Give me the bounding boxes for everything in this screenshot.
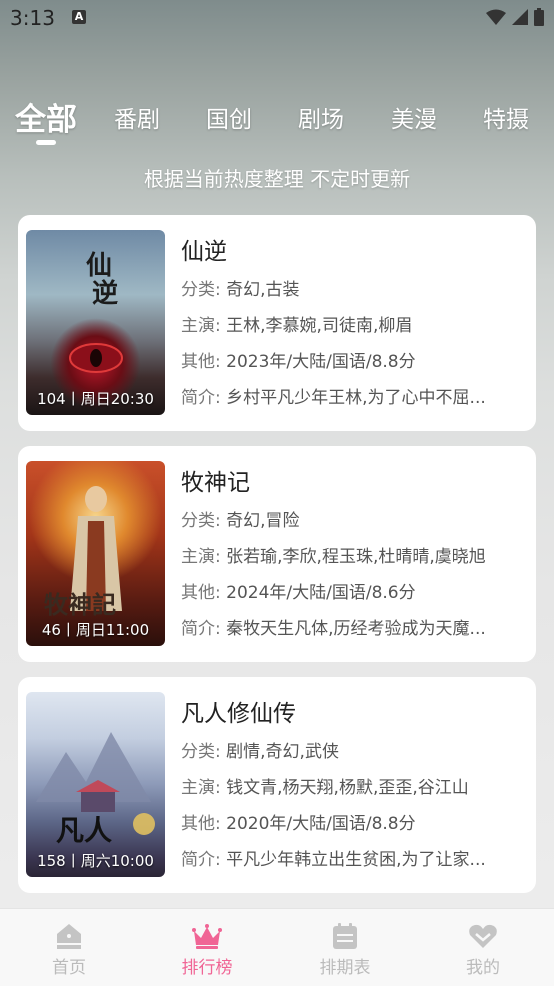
other-value: 2024年/大陆/国语/8.6分	[226, 583, 416, 603]
heart-icon	[469, 924, 497, 948]
poster-image[interactable]: 凡人 158丨周六10:00	[26, 692, 165, 877]
other-line: 其他: 2023年/大陆/国语/8.8分	[181, 347, 416, 372]
wifi-icon	[486, 9, 506, 25]
ranking-subtitle: 根据当前热度整理 不定时更新	[143, 167, 411, 191]
other-value: 2023年/大陆/国语/8.8分	[226, 352, 416, 372]
cast-value: 钱文青,杨天翔,杨默,歪歪,谷江山	[226, 778, 469, 798]
bottom-navigation: 首页 排行榜 排期表 我的	[0, 908, 554, 986]
anime-card[interactable]: 凡人 158丨周六10:00 凡人修仙传 分类: 剧情,奇幻,武侠 主演: 钱文…	[18, 677, 536, 893]
anime-card[interactable]: 仙 逆 104丨周日20:30 仙逆 分类: 奇幻,古装 主演: 王林,李慕婉,…	[18, 215, 536, 431]
cast-value: 张若瑜,李欣,程玉珠,杜晴晴,虞晓旭	[226, 547, 486, 567]
poster-image[interactable]: 牧神記 46丨周日11:00	[26, 461, 165, 646]
other-line: 其他: 2020年/大陆/国语/8.8分	[181, 809, 416, 834]
anime-title: 凡人修仙传	[181, 701, 296, 727]
status-time: 3:13	[10, 6, 55, 30]
intro-line: 简介: 秦牧天生凡体,历经考验成为天魔...	[181, 614, 486, 639]
cast-line: 主演: 钱文青,杨天翔,杨默,歪歪,谷江山	[181, 773, 469, 798]
other-line: 其他: 2024年/大陆/国语/8.6分	[181, 578, 416, 603]
category-tabs: 全部 番剧 国创 剧场 美漫 特摄	[0, 90, 554, 150]
intro-value: 秦牧天生凡体,历经考验成为天魔...	[226, 619, 486, 639]
tab-american-comics[interactable]: 美漫	[391, 100, 437, 134]
nav-mine-label: 我的	[466, 958, 500, 978]
status-bar: 3:13 A	[0, 0, 554, 36]
anime-card[interactable]: 牧神記 46丨周日11:00 牧神记 分类: 奇幻,冒险 主演: 张若瑜,李欣,…	[18, 446, 536, 662]
category-label: 分类:	[181, 280, 221, 300]
other-label: 其他:	[181, 814, 221, 834]
anime-title: 牧神记	[181, 470, 250, 496]
nav-ranking-label: 排行榜	[181, 958, 233, 978]
cast-value: 王林,李慕婉,司徒南,柳眉	[226, 316, 413, 336]
tab-guochuang[interactable]: 国创	[206, 100, 252, 134]
tab-fanju[interactable]: 番剧	[114, 100, 160, 134]
nav-schedule-label: 排期表	[319, 958, 371, 978]
nav-home-label: 首页	[52, 958, 86, 978]
intro-line: 简介: 乡村平凡少年王林,为了心中不屈...	[181, 383, 486, 408]
other-label: 其他:	[181, 352, 221, 372]
anime-title: 仙逆	[181, 239, 227, 265]
svg-text:逆: 逆	[92, 278, 118, 309]
category-value: 剧情,奇幻,武侠	[226, 742, 339, 762]
nav-ranking[interactable]: 排行榜	[138, 909, 276, 986]
intro-label: 简介:	[181, 850, 221, 870]
svg-text:仙: 仙	[86, 251, 112, 281]
nav-mine[interactable]: 我的	[414, 909, 552, 986]
cast-label: 主演:	[181, 547, 221, 567]
intro-value: 平凡少年韩立出生贫困,为了让家...	[226, 850, 486, 870]
episode-schedule-label: 104丨周日20:30	[37, 390, 154, 408]
home-icon	[57, 924, 81, 949]
intro-line: 简介: 平凡少年韩立出生贫困,为了让家...	[181, 845, 486, 870]
notification-icon: A	[72, 10, 86, 24]
cast-line: 主演: 王林,李慕婉,司徒南,柳眉	[181, 311, 412, 336]
cast-label: 主演:	[181, 316, 221, 336]
tab-tokusatsu[interactable]: 特摄	[483, 100, 529, 134]
category-line: 分类: 剧情,奇幻,武侠	[181, 737, 339, 762]
nav-schedule[interactable]: 排期表	[276, 909, 414, 986]
tab-theater[interactable]: 剧场	[298, 100, 344, 134]
other-label: 其他:	[181, 583, 221, 603]
category-label: 分类:	[181, 511, 221, 531]
category-value: 奇幻,冒险	[226, 511, 300, 531]
system-icons	[486, 8, 544, 26]
category-label: 分类:	[181, 742, 221, 762]
intro-label: 简介:	[181, 388, 221, 408]
intro-label: 简介:	[181, 619, 221, 639]
other-value: 2020年/大陆/国语/8.8分	[226, 814, 416, 834]
battery-icon	[534, 8, 544, 26]
svg-text:凡人: 凡人	[56, 814, 112, 847]
intro-value: 乡村平凡少年王林,为了心中不屈...	[226, 388, 486, 408]
calendar-icon	[333, 923, 357, 949]
poster-image[interactable]: 仙 逆 104丨周日20:30	[26, 230, 165, 415]
tab-all[interactable]: 全部	[15, 94, 77, 139]
crown-icon	[192, 924, 222, 949]
cast-line: 主演: 张若瑜,李欣,程玉珠,杜晴晴,虞晓旭	[181, 542, 486, 567]
episode-schedule-label: 46丨周日11:00	[41, 621, 150, 639]
signal-icon	[512, 9, 528, 25]
svg-text:牧神記: 牧神記	[44, 590, 116, 619]
category-line: 分类: 奇幻,冒险	[181, 506, 300, 531]
tab-indicator	[36, 140, 56, 145]
category-line: 分类: 奇幻,古装	[181, 275, 300, 300]
cast-label: 主演:	[181, 778, 221, 798]
category-value: 奇幻,古装	[226, 280, 300, 300]
nav-home[interactable]: 首页	[0, 909, 138, 986]
episode-schedule-label: 158丨周六10:00	[37, 852, 154, 870]
